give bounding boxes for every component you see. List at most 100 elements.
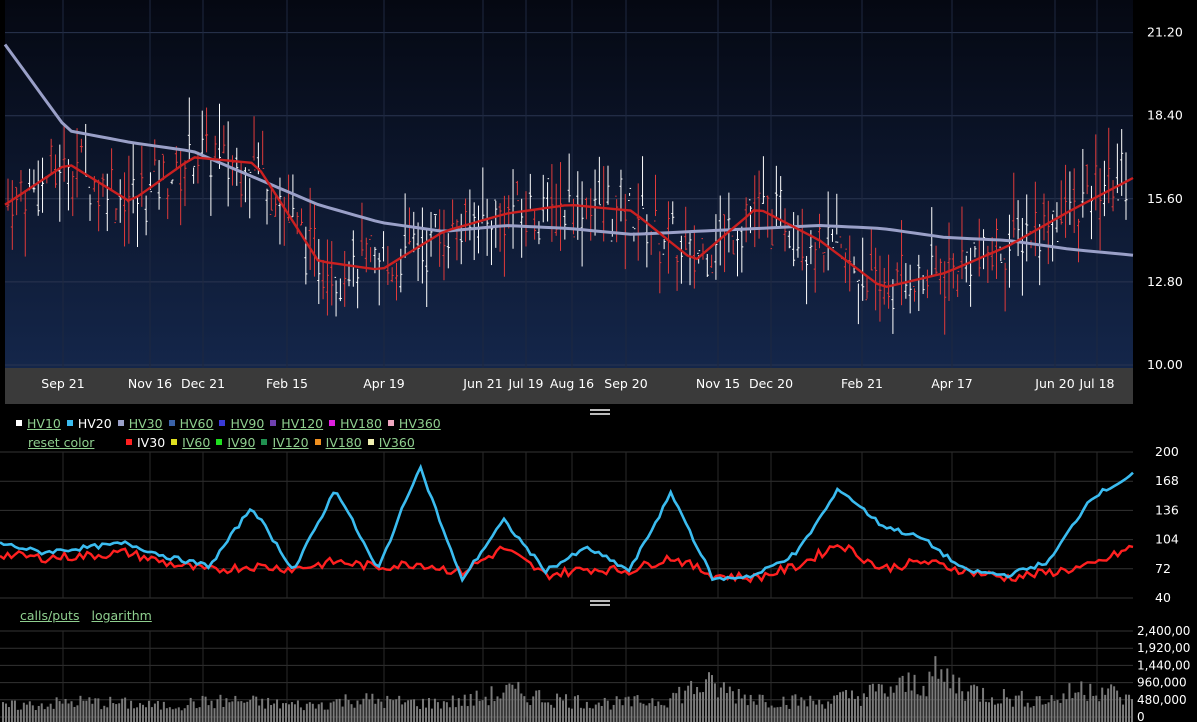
volume-y-tick: 960,000 [1137,676,1187,690]
hv10-color-swatch [16,420,22,426]
volume-bar [705,679,708,722]
volume-bar [657,701,660,722]
iv60-color-swatch [171,439,178,445]
volume-bar [165,708,168,722]
legend-hv360-toggle[interactable]: HV360 [387,414,441,433]
vol-y-tick: 72 [1155,561,1171,576]
legend-hv10-toggle[interactable]: HV10 [16,414,61,433]
volume-bar [10,700,13,722]
price-chart[interactable]: 21.20 18.40 15.60 12.80 10.00 [3,0,1183,372]
volume-bar [767,707,770,722]
volume-bar [204,696,207,722]
calls-puts-toggle[interactable]: calls/puts [20,608,79,623]
legend-hv60-toggle[interactable]: HV60 [168,414,213,433]
volume-bar [606,700,609,722]
volume-bar [362,698,365,722]
volume-bar [374,703,377,722]
volume-bar [1002,689,1005,722]
volume-bar [1032,706,1035,722]
volume-bar [296,700,299,722]
volume-bar [2,702,4,722]
volume-bar [681,703,684,722]
volume-bar [103,705,106,722]
volume-bar [493,701,496,722]
volume-bar [305,703,308,722]
volume-bar [433,698,436,722]
volume-bar [1008,698,1011,722]
volume-bar [13,700,16,722]
legend-hv30-toggle[interactable]: HV30 [117,414,163,433]
volume-bar [541,702,544,722]
volume-bar [883,693,886,722]
legend-hv20-toggle[interactable]: HV20 [66,414,112,433]
volume-bar [371,693,374,722]
volume-bar [821,704,824,722]
volume-bar [76,705,79,722]
volume-bar [249,699,252,722]
volume-bar [556,693,559,722]
volume-bar [31,705,34,722]
volume-bar [150,707,153,722]
legend-iv120-toggle[interactable]: IV120 [261,433,309,452]
volume-bar [791,695,794,722]
volume-bar [594,704,597,722]
volume-bar [1119,697,1122,722]
volume-bar [192,701,195,722]
legend-hv180-toggle[interactable]: HV180 [329,414,382,433]
volume-bar [988,702,991,722]
price-x-tick: Feb 15 [266,376,308,391]
volume-bar [687,685,690,722]
legend-iv360-toggle[interactable]: IV360 [367,433,415,452]
volume-bar [618,699,621,722]
volume-bar [731,691,734,722]
legend-iv180-toggle[interactable]: IV180 [314,433,362,452]
volume-bar [124,697,127,722]
legend-iv30-toggle[interactable]: IV30 [126,433,165,452]
legend-hv90-toggle[interactable]: HV90 [219,414,264,433]
volume-bar [955,693,958,722]
hv360-label: HV360 [398,416,441,431]
volume-bar [973,684,976,722]
legend-iv60-toggle[interactable]: IV60 [171,433,210,452]
volume-bar [40,703,43,722]
vol-y-tick: 136 [1155,502,1179,517]
volume-bar [392,700,395,722]
volume-bar [901,675,904,722]
volume-bar [365,693,368,722]
volatility-chart[interactable]: 200 168 136 104 72 40 [0,444,1179,605]
volume-bar [338,698,341,722]
iv360-color-swatch [367,439,374,445]
volume-bar [600,705,603,722]
volume-bar [216,699,219,722]
logarithm-toggle[interactable]: logarithm [91,608,151,623]
volume-bar [597,702,600,722]
volume-bar [19,709,22,722]
reset-color-link[interactable]: reset color [16,433,120,452]
volume-bar [1083,694,1086,722]
volume-bar [210,700,213,722]
volume-bar [386,695,389,722]
volume-bar [734,703,737,722]
volume-bar [246,701,249,722]
volume-bar [603,697,606,722]
volume-bar [106,707,109,722]
volume-bar [1062,693,1065,722]
hv90-color-swatch [219,420,226,426]
volume-bar [159,709,162,722]
volume-bar [782,696,785,722]
volume-bar [612,704,615,722]
volume-bar [347,700,350,722]
legend-hv120-toggle[interactable]: HV120 [270,414,323,433]
volume-bar [67,703,70,722]
volume-bar [907,672,910,722]
volume-bar [895,685,898,722]
hv120-color-swatch [270,420,277,426]
volume-bar [430,708,433,722]
volume-bar [419,708,422,722]
volume-bar [713,683,716,722]
volume-bar [133,708,136,722]
iv90-label: IV90 [227,435,256,450]
legend-iv90-toggle[interactable]: IV90 [216,433,255,452]
volume-bar [672,692,675,722]
volume-bar [422,698,425,722]
